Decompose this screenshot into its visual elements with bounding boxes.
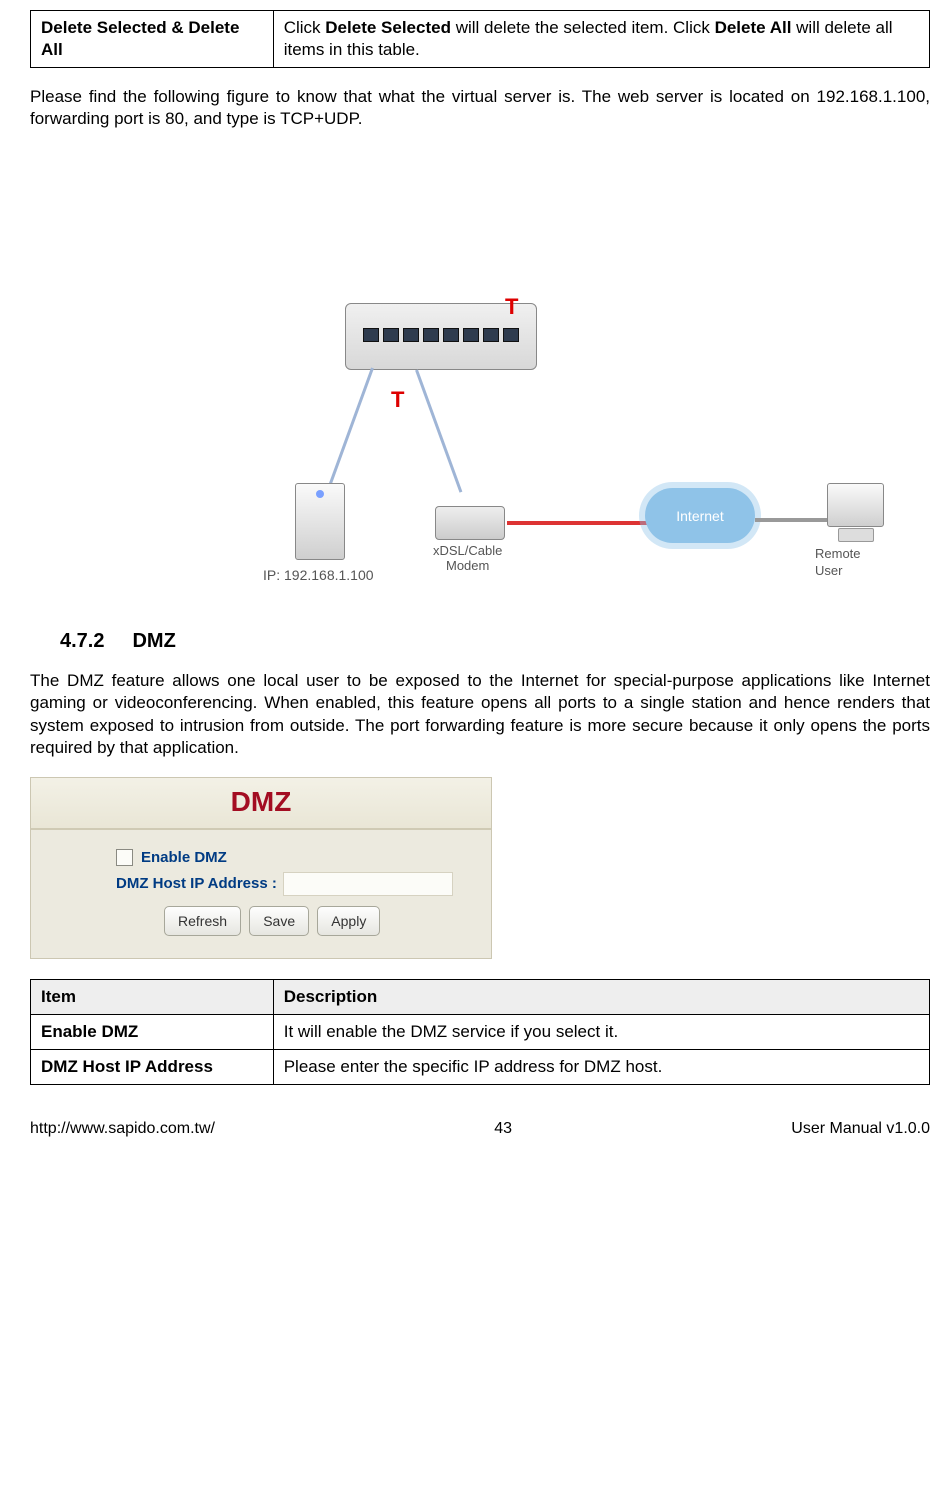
remote-user-label: Remote User bbox=[815, 546, 861, 580]
router-ports bbox=[363, 328, 519, 342]
dmz-host-ip-label: DMZ Host IP Address : bbox=[116, 874, 277, 894]
cable-icon bbox=[755, 518, 830, 522]
footer-url: http://www.sapido.com.tw/ bbox=[30, 1119, 215, 1140]
dmz-description-table: Item Description Enable DMZ It will enab… bbox=[30, 979, 930, 1085]
cable-icon bbox=[323, 368, 374, 501]
delete-label-cell: Delete Selected & Delete All bbox=[31, 11, 274, 68]
modem-label: xDSL/Cable Modem bbox=[433, 544, 502, 574]
section-number: 4.7.2 bbox=[60, 630, 104, 652]
save-button[interactable]: Save bbox=[249, 906, 309, 936]
enable-dmz-checkbox[interactable] bbox=[116, 849, 133, 866]
marker-icon: T bbox=[391, 386, 404, 415]
item-cell: Enable DMZ bbox=[31, 1014, 274, 1049]
cable-icon bbox=[415, 370, 462, 493]
table-row: DMZ Host IP Address Please enter the spe… bbox=[31, 1050, 930, 1085]
page-footer: http://www.sapido.com.tw/ 43 User Manual… bbox=[30, 1119, 930, 1140]
table-row: Enable DMZ It will enable the DMZ servic… bbox=[31, 1014, 930, 1049]
text: will delete the selected item. Click bbox=[451, 18, 715, 37]
internet-cloud-icon: Internet bbox=[645, 488, 755, 543]
enable-dmz-label: Enable DMZ bbox=[141, 848, 227, 868]
modem-icon bbox=[435, 506, 505, 540]
desc-cell: Please enter the specific IP address for… bbox=[273, 1050, 929, 1085]
section-heading-dmz: 4.7.2 DMZ bbox=[60, 628, 930, 654]
server-icon bbox=[295, 483, 345, 560]
remote-pc-icon bbox=[827, 483, 884, 527]
text: Click bbox=[284, 18, 326, 37]
desc-cell: It will enable the DMZ service if you se… bbox=[273, 1014, 929, 1049]
col-header-description: Description bbox=[273, 979, 929, 1014]
paragraph-virtual-server: Please find the following figure to know… bbox=[30, 86, 930, 130]
network-diagram: T T IP: 192.168.1.100 xDSL/Cable Modem I… bbox=[115, 148, 845, 608]
marker-icon: T bbox=[505, 293, 518, 322]
paragraph-dmz: The DMZ feature allows one local user to… bbox=[30, 670, 930, 758]
col-header-item: Item bbox=[31, 979, 274, 1014]
text: Delete All bbox=[715, 18, 792, 37]
dmz-settings-panel: DMZ Enable DMZ DMZ Host IP Address : Ref… bbox=[30, 777, 492, 959]
refresh-button[interactable]: Refresh bbox=[164, 906, 241, 936]
footer-page-number: 43 bbox=[494, 1119, 512, 1140]
section-title: DMZ bbox=[132, 630, 175, 652]
dmz-panel-title: DMZ bbox=[31, 778, 491, 830]
delete-table: Delete Selected & Delete All Click Delet… bbox=[30, 10, 930, 68]
delete-desc-cell: Click Delete Selected will delete the se… bbox=[273, 11, 929, 68]
server-ip-label: IP: 192.168.1.100 bbox=[263, 566, 374, 584]
text: Delete Selected bbox=[325, 18, 451, 37]
cable-icon bbox=[507, 521, 657, 525]
apply-button[interactable]: Apply bbox=[317, 906, 380, 936]
dmz-host-ip-input[interactable] bbox=[283, 872, 453, 896]
footer-version: User Manual v1.0.0 bbox=[791, 1119, 930, 1140]
item-cell: DMZ Host IP Address bbox=[31, 1050, 274, 1085]
